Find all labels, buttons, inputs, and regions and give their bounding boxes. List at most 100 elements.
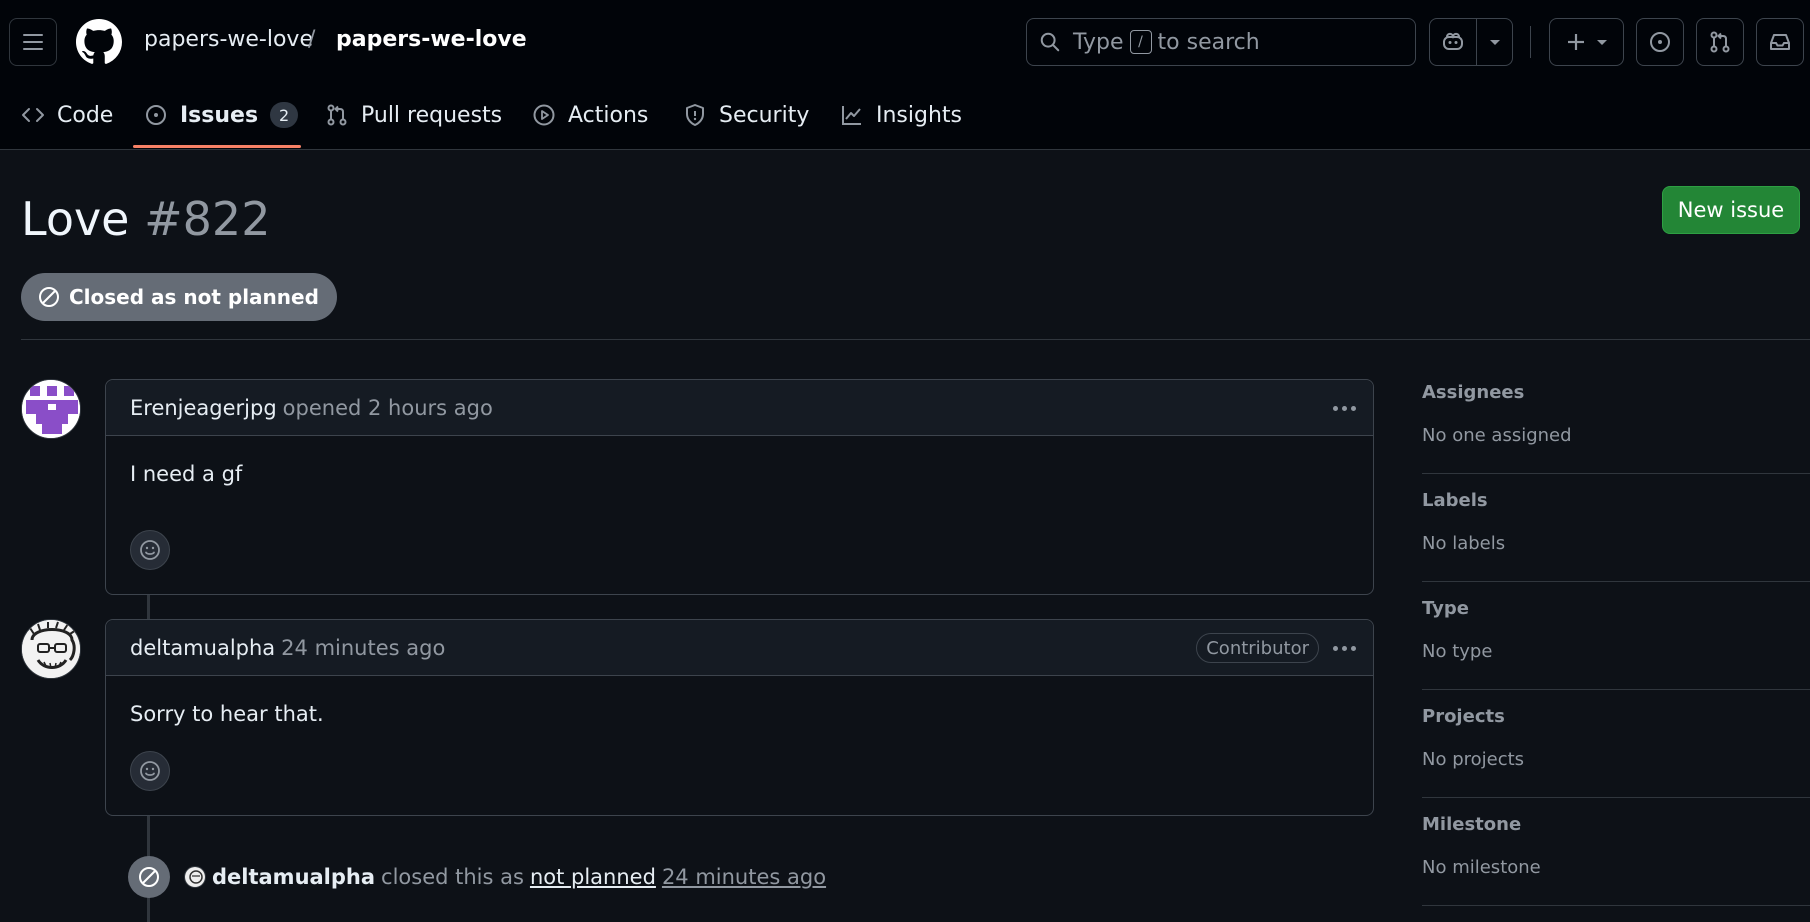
comment-timestamp[interactable]: 24 minutes ago: [281, 636, 445, 660]
comment-body: I need a gf: [130, 462, 243, 486]
search-placeholder-post: to search: [1157, 29, 1260, 55]
tab-actions-label: Actions: [568, 102, 649, 128]
search-input[interactable]: Type / to search: [1026, 18, 1416, 66]
copilot-dropdown-button[interactable]: [1476, 18, 1513, 66]
skip-icon: [39, 287, 59, 307]
avatar[interactable]: [184, 866, 206, 888]
chevron-down-icon: [1596, 40, 1607, 45]
event-timestamp[interactable]: 24 minutes ago: [662, 865, 826, 889]
inbox-icon: [1770, 34, 1790, 50]
comment-timestamp[interactable]: opened 2 hours ago: [283, 396, 493, 420]
sidebar-value: No milestone: [1422, 857, 1541, 878]
pull-request-icon: [327, 104, 347, 126]
tab-issues-label: Issues: [180, 102, 259, 128]
comment-author[interactable]: deltamualpha: [130, 636, 275, 660]
breadcrumb-separator: /: [308, 27, 316, 52]
tab-pull-requests[interactable]: Pull requests: [325, 100, 502, 130]
sidebar-value: No type: [1422, 641, 1493, 662]
repo-owner-link[interactable]: papers-we-love: [144, 27, 313, 52]
comment-header: deltamualpha 24 minutes ago Contributor: [106, 620, 1373, 676]
chevron-down-icon: [1489, 40, 1500, 45]
tab-issues[interactable]: Issues 2: [144, 100, 299, 130]
copilot-icon: [1443, 32, 1463, 50]
smiley-icon: [140, 761, 160, 781]
comment-options-button[interactable]: [1329, 634, 1359, 662]
search-placeholder-pre: Type: [1073, 29, 1124, 55]
close-reason-link[interactable]: not planned: [530, 865, 656, 889]
smiley-icon: [140, 540, 160, 560]
comment-author[interactable]: Erenjeagerjpg: [130, 396, 277, 420]
plus-icon: [1567, 34, 1584, 50]
sidebar-value: No one assigned: [1422, 425, 1572, 446]
pull-requests-button[interactable]: [1696, 18, 1744, 66]
menu-button[interactable]: [9, 18, 57, 66]
code-icon: [22, 108, 44, 122]
tab-actions[interactable]: Actions: [532, 100, 648, 130]
sidebar-heading[interactable]: Milestone: [1422, 814, 1810, 835]
issues-count-badge: 2: [270, 102, 299, 128]
comment-header: Erenjeagerjpg opened 2 hours ago: [106, 380, 1373, 436]
issue-comment: deltamualpha 24 minutes ago Contributor …: [105, 619, 1374, 816]
add-reaction-button[interactable]: [130, 530, 170, 570]
sidebar-divider: [1422, 797, 1810, 798]
sidebar-heading[interactable]: Assignees: [1422, 382, 1810, 403]
event-action: closed this as: [381, 865, 524, 889]
sidebar-divider: [1422, 473, 1810, 474]
avatar[interactable]: [21, 619, 81, 679]
sidebar-heading[interactable]: Projects: [1422, 706, 1810, 727]
contributor-badge: Contributor: [1196, 633, 1319, 663]
sidebar-divider: [1422, 689, 1810, 690]
issue-icon: [1650, 32, 1670, 52]
pull-request-icon: [1710, 31, 1730, 53]
title-divider: [21, 339, 1810, 340]
issue-title-text: Love: [21, 192, 130, 246]
graph-icon: [842, 106, 861, 125]
sidebar-milestone: Milestone No milestone: [1422, 814, 1810, 878]
issue-title: Love #822: [21, 192, 270, 246]
github-logo-icon[interactable]: [76, 19, 122, 65]
comment-options-button[interactable]: [1329, 394, 1359, 422]
new-issue-button[interactable]: New issue: [1662, 186, 1800, 234]
tab-code-label: Code: [57, 102, 114, 128]
issues-button[interactable]: [1636, 18, 1684, 66]
shield-icon: [686, 104, 704, 126]
tab-pull-requests-label: Pull requests: [361, 102, 503, 128]
sidebar-value: No labels: [1422, 533, 1506, 554]
avatar[interactable]: [21, 379, 81, 439]
timeline-event: deltamualpha closed this as not planned …: [128, 856, 826, 898]
sidebar-heading[interactable]: Type: [1422, 598, 1810, 619]
sidebar-assignees: Assignees No one assigned: [1422, 382, 1810, 446]
play-icon: [533, 104, 555, 126]
add-reaction-button[interactable]: [130, 751, 170, 791]
sidebar-type: Type No type: [1422, 598, 1810, 662]
sidebar-divider: [1422, 581, 1810, 582]
inbox-button[interactable]: [1756, 18, 1804, 66]
copilot-button[interactable]: [1429, 18, 1477, 66]
skip-icon: [139, 867, 159, 887]
tab-code[interactable]: Code: [21, 100, 113, 130]
issue-number: #822: [144, 192, 271, 246]
tab-security-label: Security: [719, 102, 810, 128]
issue-comment: Erenjeagerjpg opened 2 hours ago I need …: [105, 379, 1374, 595]
search-shortcut-key: /: [1129, 30, 1152, 54]
event-actor[interactable]: deltamualpha: [212, 865, 375, 889]
tab-security[interactable]: Security: [683, 100, 809, 130]
issue-icon: [146, 105, 166, 125]
sidebar-value: No projects: [1422, 749, 1525, 770]
sidebar-labels: Labels No labels: [1422, 490, 1810, 554]
active-tab-indicator: [133, 145, 301, 148]
sidebar-projects: Projects No projects: [1422, 706, 1810, 770]
comment-body: Sorry to hear that.: [130, 702, 324, 726]
search-icon: [1040, 32, 1060, 52]
repo-name-link[interactable]: papers-we-love: [336, 27, 527, 52]
sidebar-heading[interactable]: Labels: [1422, 490, 1810, 511]
sidebar-divider: [1422, 905, 1810, 906]
tab-insights-label: Insights: [876, 102, 963, 128]
closed-event-badge: [128, 856, 170, 898]
create-new-button[interactable]: [1549, 18, 1624, 66]
status-badge: Closed as not planned: [21, 273, 337, 321]
header-divider: [1530, 26, 1531, 58]
status-badge-label: Closed as not planned: [69, 285, 319, 309]
tab-insights[interactable]: Insights: [840, 100, 962, 130]
global-header: papers-we-love / papers-we-love Type / t…: [0, 0, 1810, 150]
